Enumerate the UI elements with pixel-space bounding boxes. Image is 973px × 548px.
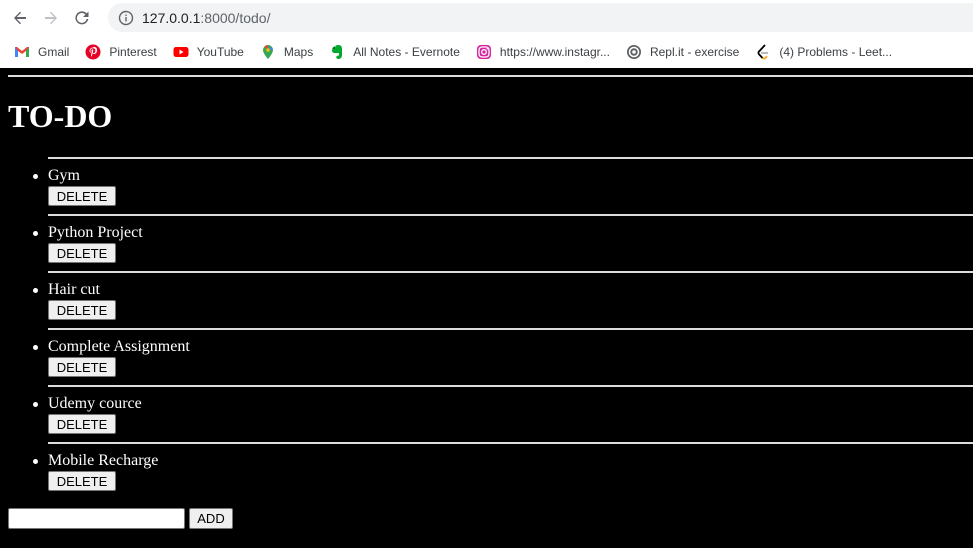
bullet-icon — [33, 288, 38, 293]
bookmark-label: Pinterest — [109, 44, 157, 59]
browser-toolbar: 127.0.0.1:8000/todo/ — [0, 0, 973, 35]
bookmark-pinterest[interactable]: Pinterest — [85, 44, 157, 60]
bookmark-label: https://www.instagr... — [499, 44, 610, 59]
leetcode-icon — [757, 43, 769, 59]
todo-item-label: Complete Assignment — [48, 338, 190, 355]
reload-icon — [75, 10, 89, 24]
horizontal-rule — [48, 442, 973, 444]
horizontal-rule — [48, 157, 973, 159]
back-arrow-icon — [14, 11, 26, 24]
url-host: 127.0.0.1 — [142, 9, 201, 26]
horizontal-rule — [48, 328, 973, 330]
replit-icon — [626, 44, 641, 59]
bullet-icon — [33, 459, 38, 464]
bullet-icon — [33, 174, 38, 179]
horizontal-rule — [8, 75, 973, 77]
reload-button[interactable] — [71, 7, 93, 29]
todo-item: Gym DELETE — [0, 157, 973, 214]
evernote-icon — [332, 44, 343, 59]
delete-button[interactable]: DELETE — [48, 357, 116, 377]
horizontal-rule — [48, 271, 973, 273]
todo-item: Mobile Recharge DELETE — [0, 442, 973, 499]
forward-arrow-icon — [45, 11, 57, 24]
delete-button[interactable]: DELETE — [48, 471, 116, 491]
gmail-icon — [15, 46, 29, 57]
forward-button[interactable] — [40, 7, 62, 29]
bullet-icon — [33, 402, 38, 407]
bookmark-leetcode[interactable]: (4) Problems - Leet... — [755, 43, 893, 60]
bookmark-youtube[interactable]: YouTube — [173, 44, 244, 60]
back-button[interactable] — [9, 7, 31, 29]
todo-item: Udemy cource DELETE — [0, 385, 973, 442]
url-path: :8000/todo/ — [200, 9, 271, 26]
bookmark-label: All Notes - Evernote — [353, 44, 460, 59]
url-text[interactable]: 127.0.0.1:8000/todo/ — [142, 10, 270, 26]
bullet-icon — [33, 345, 38, 350]
new-todo-input[interactable] — [8, 508, 185, 529]
todo-item-label: Udemy cource — [48, 395, 142, 412]
bookmark-label: Repl.it - exercise — [649, 44, 740, 59]
bookmark-gmail[interactable]: Gmail — [14, 44, 69, 60]
add-button[interactable]: ADD — [189, 508, 233, 529]
bookmark-label: Maps — [283, 44, 314, 59]
maps-icon — [262, 44, 273, 59]
bullet-icon — [33, 231, 38, 236]
delete-button[interactable]: DELETE — [48, 186, 116, 206]
horizontal-rule — [48, 214, 973, 216]
info-icon[interactable] — [118, 10, 134, 26]
bookmark-label: (4) Problems - Leet... — [779, 44, 893, 59]
pinterest-icon — [85, 44, 101, 59]
bookmark-evernote[interactable]: All Notes - Evernote — [329, 44, 460, 60]
todo-item: Complete Assignment DELETE — [0, 328, 973, 385]
todo-item: Python Project DELETE — [0, 214, 973, 271]
delete-button[interactable]: DELETE — [48, 300, 116, 320]
page-content: TO-DO Gym DELETE Python Project DELETE H… — [0, 68, 973, 548]
page-title: TO-DO — [8, 98, 113, 134]
bookmark-replit[interactable]: Repl.it - exercise — [626, 44, 739, 60]
delete-button[interactable]: DELETE — [48, 243, 116, 263]
address-bar[interactable]: 127.0.0.1:8000/todo/ — [108, 3, 973, 32]
todo-item: Hair cut DELETE — [0, 271, 973, 328]
todo-item-label: Gym — [48, 167, 80, 184]
todo-item-label: Hair cut — [48, 281, 100, 298]
bookmark-maps[interactable]: Maps — [260, 44, 313, 60]
bookmark-label: Gmail — [38, 44, 70, 59]
bookmarks-bar: Gmail Pinterest YouTube Maps All Notes -… — [0, 35, 973, 68]
bookmark-label: YouTube — [196, 44, 244, 59]
delete-button[interactable]: DELETE — [48, 414, 116, 434]
bookmark-instagram[interactable]: https://www.instagr... — [476, 44, 610, 60]
youtube-icon — [173, 46, 189, 57]
horizontal-rule — [48, 385, 973, 387]
todo-item-label: Mobile Recharge — [48, 452, 159, 469]
todo-item-label: Python Project — [48, 224, 143, 241]
instagram-icon — [476, 44, 491, 59]
todo-list: Gym DELETE Python Project DELETE Hair cu… — [0, 157, 973, 499]
